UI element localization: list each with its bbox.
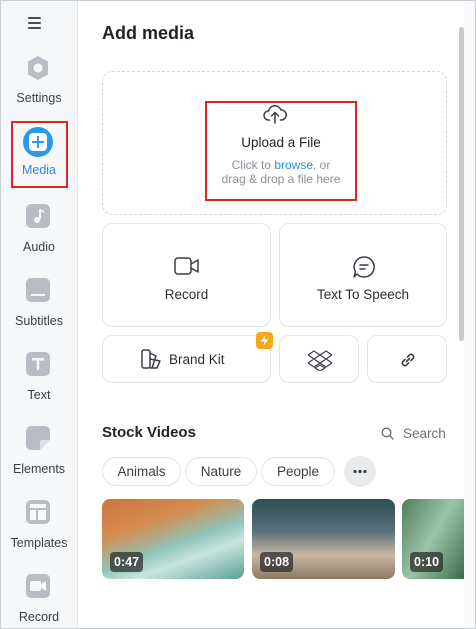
scrollbar-track[interactable] [464,1,475,628]
tts-label: Text To Speech [316,287,410,302]
upload-sub-prefix: Click to [231,158,275,172]
sidebar-item-label: Text [27,388,51,402]
media-panel: Add media Upload a File Click to browse,… [78,1,472,628]
sidebar-item-audio[interactable]: Audio [1,204,77,268]
text-to-speech-button[interactable]: Text To Speech [279,223,447,327]
video-camera-icon [174,257,199,275]
chip-nature[interactable]: Nature [185,457,257,486]
upload-sub-suffix: , or [313,158,331,172]
sidebar-item-label: Subtitles [15,314,63,328]
video-duration: 0:10 [410,552,444,572]
browse-link[interactable]: browse [274,158,313,172]
upload-sub-line2: drag & drop a file here [221,172,341,186]
sidebar-item-label: Templates [10,536,68,550]
music-note-icon [26,204,50,228]
brand-kit-icon [141,349,161,369]
sidebar-item-media[interactable]: Media [1,127,77,187]
menu-icon[interactable] [28,17,46,33]
sidebar-item-subtitles[interactable]: Subtitles [1,278,77,342]
sidebar-item-elements[interactable]: Elements [1,426,77,490]
settings-icon [28,56,48,80]
subtitles-icon [26,278,50,302]
chip-people[interactable]: People [261,457,335,486]
link-button[interactable] [367,335,447,383]
text-icon [26,352,50,376]
stock-video-thumbnail[interactable]: 0:08 [252,499,395,579]
speech-bubble-icon [353,256,375,278]
sidebar: Settings Media Audio Subtitles Text Elem… [1,1,78,628]
brand-kit-label: Brand Kit [169,352,225,367]
sidebar-item-record[interactable]: Record [1,574,77,628]
more-chips-button[interactable] [344,456,376,487]
link-icon [401,353,415,367]
sidebar-item-text[interactable]: Text [1,352,77,416]
sidebar-item-templates[interactable]: Templates [1,500,77,564]
sidebar-item-label: Settings [16,91,62,105]
stock-videos-title: Stock Videos [102,424,196,441]
dropbox-button[interactable] [279,335,359,383]
app-window: Settings Media Audio Subtitles Text Elem… [0,0,476,629]
cloud-upload-icon [263,104,287,124]
record-label: Record [164,287,209,302]
video-duration: 0:08 [260,552,294,572]
templates-icon [26,500,50,524]
stock-search-button[interactable]: Search [403,426,446,441]
sidebar-item-settings[interactable]: Settings [1,55,77,119]
camera-icon [26,574,50,598]
page-title: Add media [102,23,195,43]
stock-video-thumbnail[interactable]: 0:47 [102,499,244,579]
sidebar-item-label: Audio [23,240,55,254]
sidebar-item-label: Record [18,610,60,624]
premium-bolt-icon [256,332,273,349]
scrollbar-thumb[interactable] [459,27,464,341]
stock-video-thumbnail[interactable]: 0:10 [402,499,472,579]
ellipsis-icon [353,469,367,474]
brand-kit-button[interactable]: Brand Kit [102,335,271,383]
search-icon[interactable] [381,427,394,440]
upload-title[interactable]: Upload a File [205,135,357,150]
video-duration: 0:47 [110,552,144,572]
dropbox-icon [308,350,332,371]
sidebar-item-label: Media [21,163,57,177]
elements-icon [26,426,50,450]
chip-animals[interactable]: Animals [102,457,181,486]
sidebar-item-label: Elements [12,462,66,476]
record-button[interactable]: Record [102,223,271,327]
upload-instructions: Click to browse, or drag & drop a file h… [202,158,360,186]
